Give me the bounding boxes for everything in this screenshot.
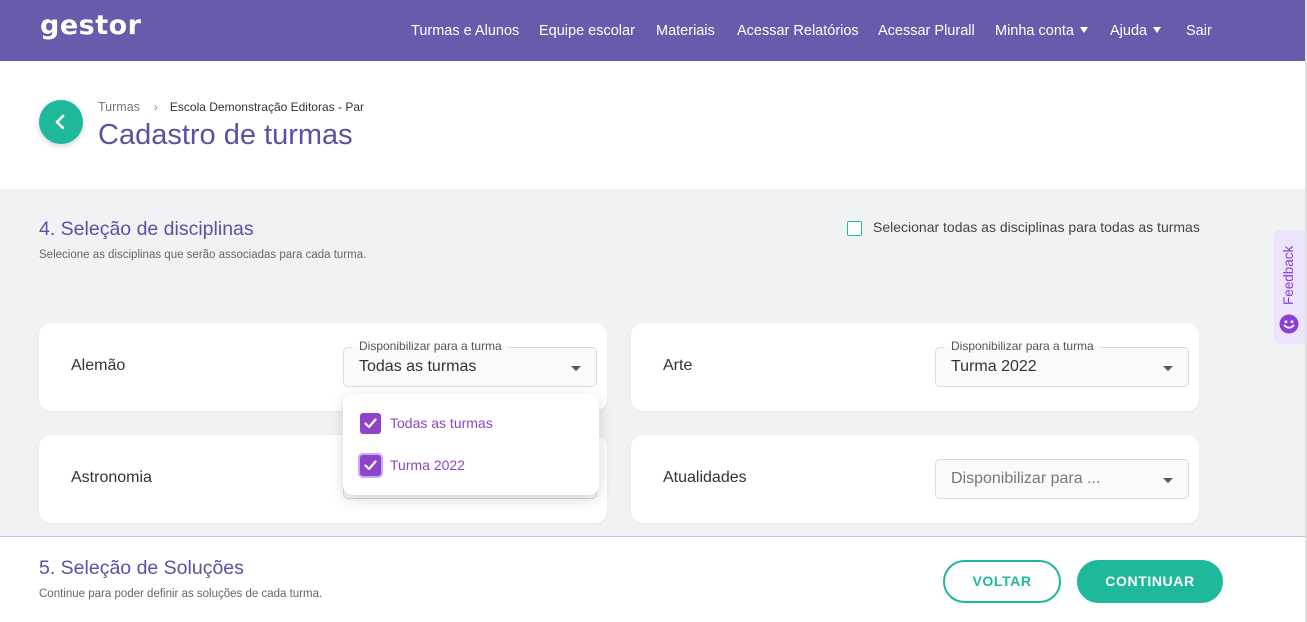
section-5-subtitle: Continue para poder definir as soluções … [39,588,323,600]
option-label[interactable]: Todas as turmas [390,415,493,431]
checkmark-icon [364,460,377,471]
nav-ajuda-label: Ajuda [1110,23,1148,39]
option-label[interactable]: Turma 2022 [390,457,465,473]
main-nav: Turmas e Alunos Equipe escolar Materiais… [0,23,1305,41]
feedback-label: Feedback [1281,245,1296,305]
nav-acessar-relatorios[interactable]: Acessar Relatórios [737,23,859,39]
turma-select-arte[interactable]: Disponibilizar para a turma Turma 2022 [935,339,1189,387]
breadcrumb-current: Escola Demonstração Editoras - Par [169,100,364,114]
breadcrumb: Turmas › Escola Demonstração Editoras - Pa… [98,100,364,114]
turma-select-atualidades[interactable]: Disponibilizar para ... [935,459,1189,499]
caret-down-icon [1080,27,1088,33]
section-4-title: 4. Seleção de disciplinas [39,218,254,240]
select-floating-label: Disponibilizar para a turma [944,339,1101,353]
nav-materiais[interactable]: Materiais [656,23,715,39]
smiley-icon [1279,314,1299,334]
dropdown-arrow-icon [1163,478,1173,483]
page-title: Cadastro de turmas [98,119,353,151]
select-floating-label: Disponibilizar para a turma [352,339,509,353]
chevron-right-icon: › [153,100,158,114]
nav-minha-conta[interactable]: Minha conta [995,23,1088,39]
section-4-subtitle: Selecione as disciplinas que serão assoc… [39,249,367,261]
nav-ajuda[interactable]: Ajuda [1110,23,1162,39]
nav-minha-conta-label: Minha conta [995,23,1074,39]
checkbox-unchecked-icon[interactable] [847,221,862,236]
select-all-label[interactable]: Selecionar todas as disciplinas para tod… [873,219,1200,235]
subject-name: Astronomia [71,469,152,486]
dropdown-arrow-icon [1163,366,1173,371]
subject-name: Atualidades [663,469,747,486]
nav-acessar-plurall[interactable]: Acessar Plurall [878,23,975,39]
section-5-title: 5. Seleção de Soluções [39,557,244,579]
select-value: Turma 2022 [951,358,1037,375]
feedback-tab[interactable]: Feedback [1274,230,1305,344]
subject-card-arte: Arte Disponibilizar para a turma Turma 2… [631,323,1199,411]
top-navbar: gestor Turmas e Alunos Equipe escolar Ma… [0,0,1305,61]
subject-card-atualidades: Atualidades Disponibilizar para ... [631,435,1199,523]
caret-down-icon [1153,27,1162,33]
checkmark-icon [364,418,377,429]
nav-sair[interactable]: Sair [1186,23,1212,39]
turma-dropdown-menu: Todas as turmas Turma 2022 [343,394,599,495]
chevron-left-icon [55,114,65,130]
subject-name: Arte [663,357,693,374]
checkbox-checked-icon[interactable] [360,413,381,434]
nav-turmas-e-alunos[interactable]: Turmas e Alunos [411,23,519,39]
select-value: Todas as turmas [359,358,477,375]
turma-select-alemao[interactable]: Disponibilizar para a turma Todas as tur… [343,339,597,387]
continuar-button[interactable]: CONTINUAR [1077,560,1223,603]
breadcrumb-turmas-link[interactable]: Turmas [98,100,140,114]
back-button[interactable] [39,100,83,144]
nav-equipe-escolar[interactable]: Equipe escolar [539,23,635,39]
section-divider [0,536,1305,537]
voltar-button[interactable]: VOLTAR [943,560,1061,603]
subject-name: Alemão [71,357,126,374]
checkbox-checked-icon[interactable] [360,455,381,476]
select-placeholder: Disponibilizar para ... [951,470,1101,487]
dropdown-arrow-icon [571,366,581,371]
